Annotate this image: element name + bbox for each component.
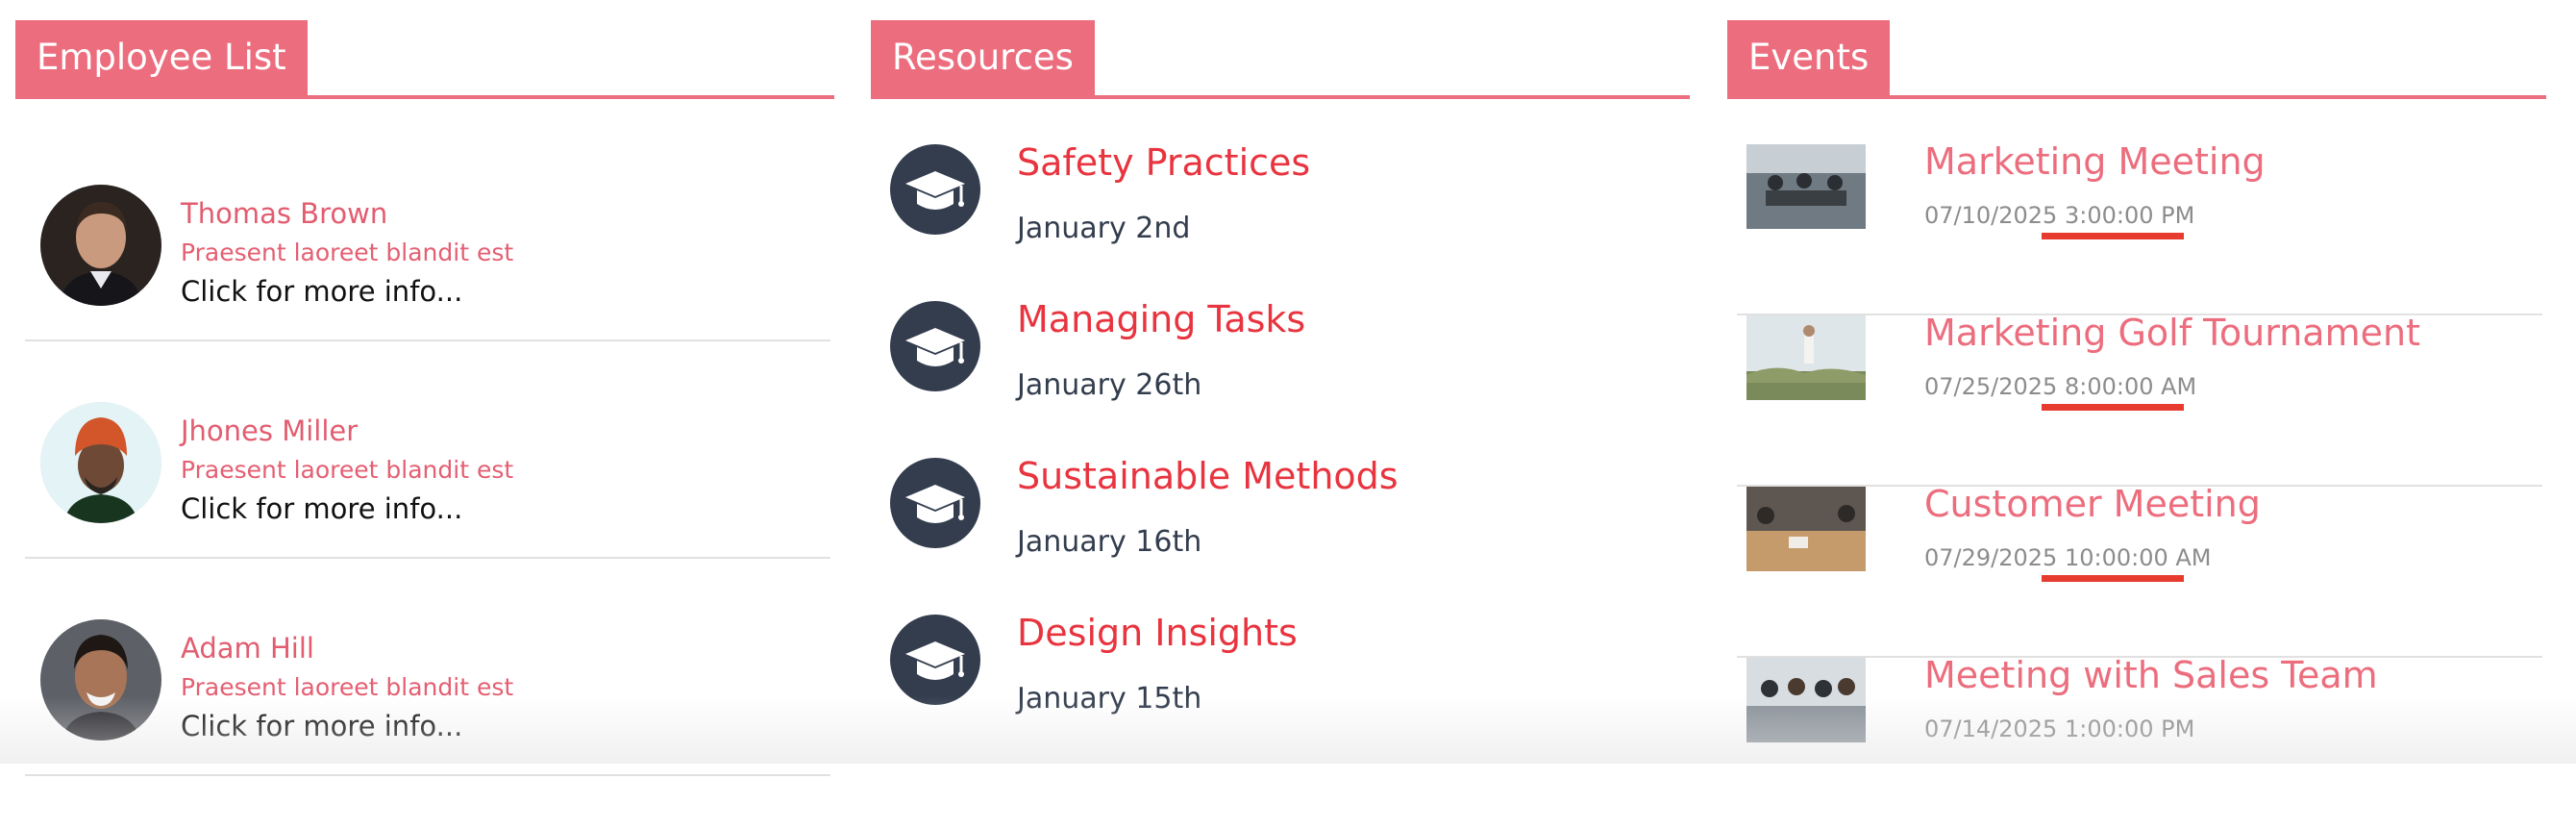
more-info-link[interactable]: Click for more info... — [181, 492, 462, 525]
event-time: 3:00:00 PM — [2064, 202, 2195, 229]
avatar — [40, 619, 161, 741]
event-datetime: 07/10/2025 3:00:00 PM — [1924, 202, 2194, 229]
more-info-link[interactable]: Click for more info... — [181, 710, 462, 742]
resource-date: January 2nd — [1017, 212, 1191, 245]
resource-item[interactable]: Safety Practices January 2nd — [871, 141, 1690, 301]
graduation-cap-icon — [890, 458, 980, 548]
employee-list-panel: Employee List Thomas Brown Praesent laor… — [15, 20, 834, 776]
resource-date: January 26th — [1017, 368, 1202, 402]
employee-list-title: Employee List — [15, 20, 308, 95]
event-date: 07/10/2025 — [1924, 202, 2058, 229]
event-item[interactable]: Meeting with Sales Team 07/14/2025 1:00:… — [1737, 654, 2542, 829]
employee-item[interactable]: Jhones Miller Praesent laoreet blandit e… — [25, 341, 830, 559]
employee-item[interactable]: Adam Hill Praesent laoreet blandit est C… — [25, 559, 830, 776]
event-title[interactable]: Marketing Meeting — [1924, 140, 2266, 183]
employee-name[interactable]: Thomas Brown — [181, 197, 387, 230]
avatar — [40, 185, 161, 306]
time-annotation-underline — [2042, 404, 2184, 411]
event-thumbnail — [1746, 315, 1866, 400]
event-datetime: 07/25/2025 8:00:00 AM — [1924, 373, 2196, 400]
event-time: 10:00:00 AM — [2064, 544, 2212, 571]
graduation-cap-icon — [890, 144, 980, 235]
resource-title[interactable]: Managing Tasks — [1017, 298, 1305, 340]
employee-list-header: Employee List — [15, 20, 834, 99]
graduation-cap-icon — [890, 615, 980, 705]
employee-subtitle: Praesent laoreet blandit est — [181, 456, 514, 484]
graduation-cap-icon — [890, 301, 980, 391]
event-thumbnail — [1746, 658, 1866, 742]
event-time: 1:00:00 PM — [2064, 716, 2195, 742]
event-thumbnail — [1746, 144, 1866, 229]
employee-name[interactable]: Jhones Miller — [181, 414, 358, 447]
event-title[interactable]: Customer Meeting — [1924, 483, 2261, 525]
event-title[interactable]: Marketing Golf Tournament — [1924, 312, 2420, 354]
resources-header: Resources — [871, 20, 1690, 99]
employee-subtitle: Praesent laoreet blandit est — [181, 673, 514, 701]
time-annotation-underline — [2042, 233, 2184, 239]
resource-date: January 16th — [1017, 525, 1202, 559]
event-item[interactable]: Customer Meeting 07/29/2025 10:00:00 AM — [1737, 483, 2542, 658]
event-date: 07/29/2025 — [1924, 544, 2058, 571]
event-date: 07/14/2025 — [1924, 716, 2058, 742]
event-time: 8:00:00 AM — [2064, 373, 2197, 400]
event-datetime: 07/14/2025 1:00:00 PM — [1924, 716, 2194, 742]
resources-panel: Resources Safety Practices January 2nd M… — [871, 20, 1690, 764]
event-item[interactable]: Marketing Meeting 07/10/2025 3:00:00 PM — [1737, 140, 2542, 315]
event-thumbnail — [1746, 487, 1866, 571]
events-panel: Events Marketing Meeting 07/10/2025 3:00… — [1727, 20, 2546, 764]
resource-item[interactable]: Sustainable Methods January 16th — [871, 455, 1690, 615]
events-header: Events — [1727, 20, 2546, 99]
resources-title: Resources — [871, 20, 1095, 95]
resource-item[interactable]: Design Insights January 15th — [871, 612, 1690, 771]
employee-item[interactable]: Thomas Brown Praesent laoreet blandit es… — [25, 124, 830, 341]
more-info-link[interactable]: Click for more info... — [181, 275, 462, 308]
time-annotation-underline — [2042, 575, 2184, 582]
event-date: 07/25/2025 — [1924, 373, 2058, 400]
employee-name[interactable]: Adam Hill — [181, 632, 314, 665]
event-title[interactable]: Meeting with Sales Team — [1924, 654, 2378, 696]
resource-item[interactable]: Managing Tasks January 26th — [871, 298, 1690, 458]
resource-title[interactable]: Design Insights — [1017, 612, 1298, 654]
events-title: Events — [1727, 20, 1891, 95]
avatar — [40, 402, 161, 523]
resource-title[interactable]: Safety Practices — [1017, 141, 1310, 184]
event-datetime: 07/29/2025 10:00:00 AM — [1924, 544, 2212, 571]
event-item[interactable]: Marketing Golf Tournament 07/25/2025 8:0… — [1737, 312, 2542, 487]
resource-title[interactable]: Sustainable Methods — [1017, 455, 1399, 497]
resource-date: January 15th — [1017, 682, 1202, 716]
employee-subtitle: Praesent laoreet blandit est — [181, 239, 514, 266]
